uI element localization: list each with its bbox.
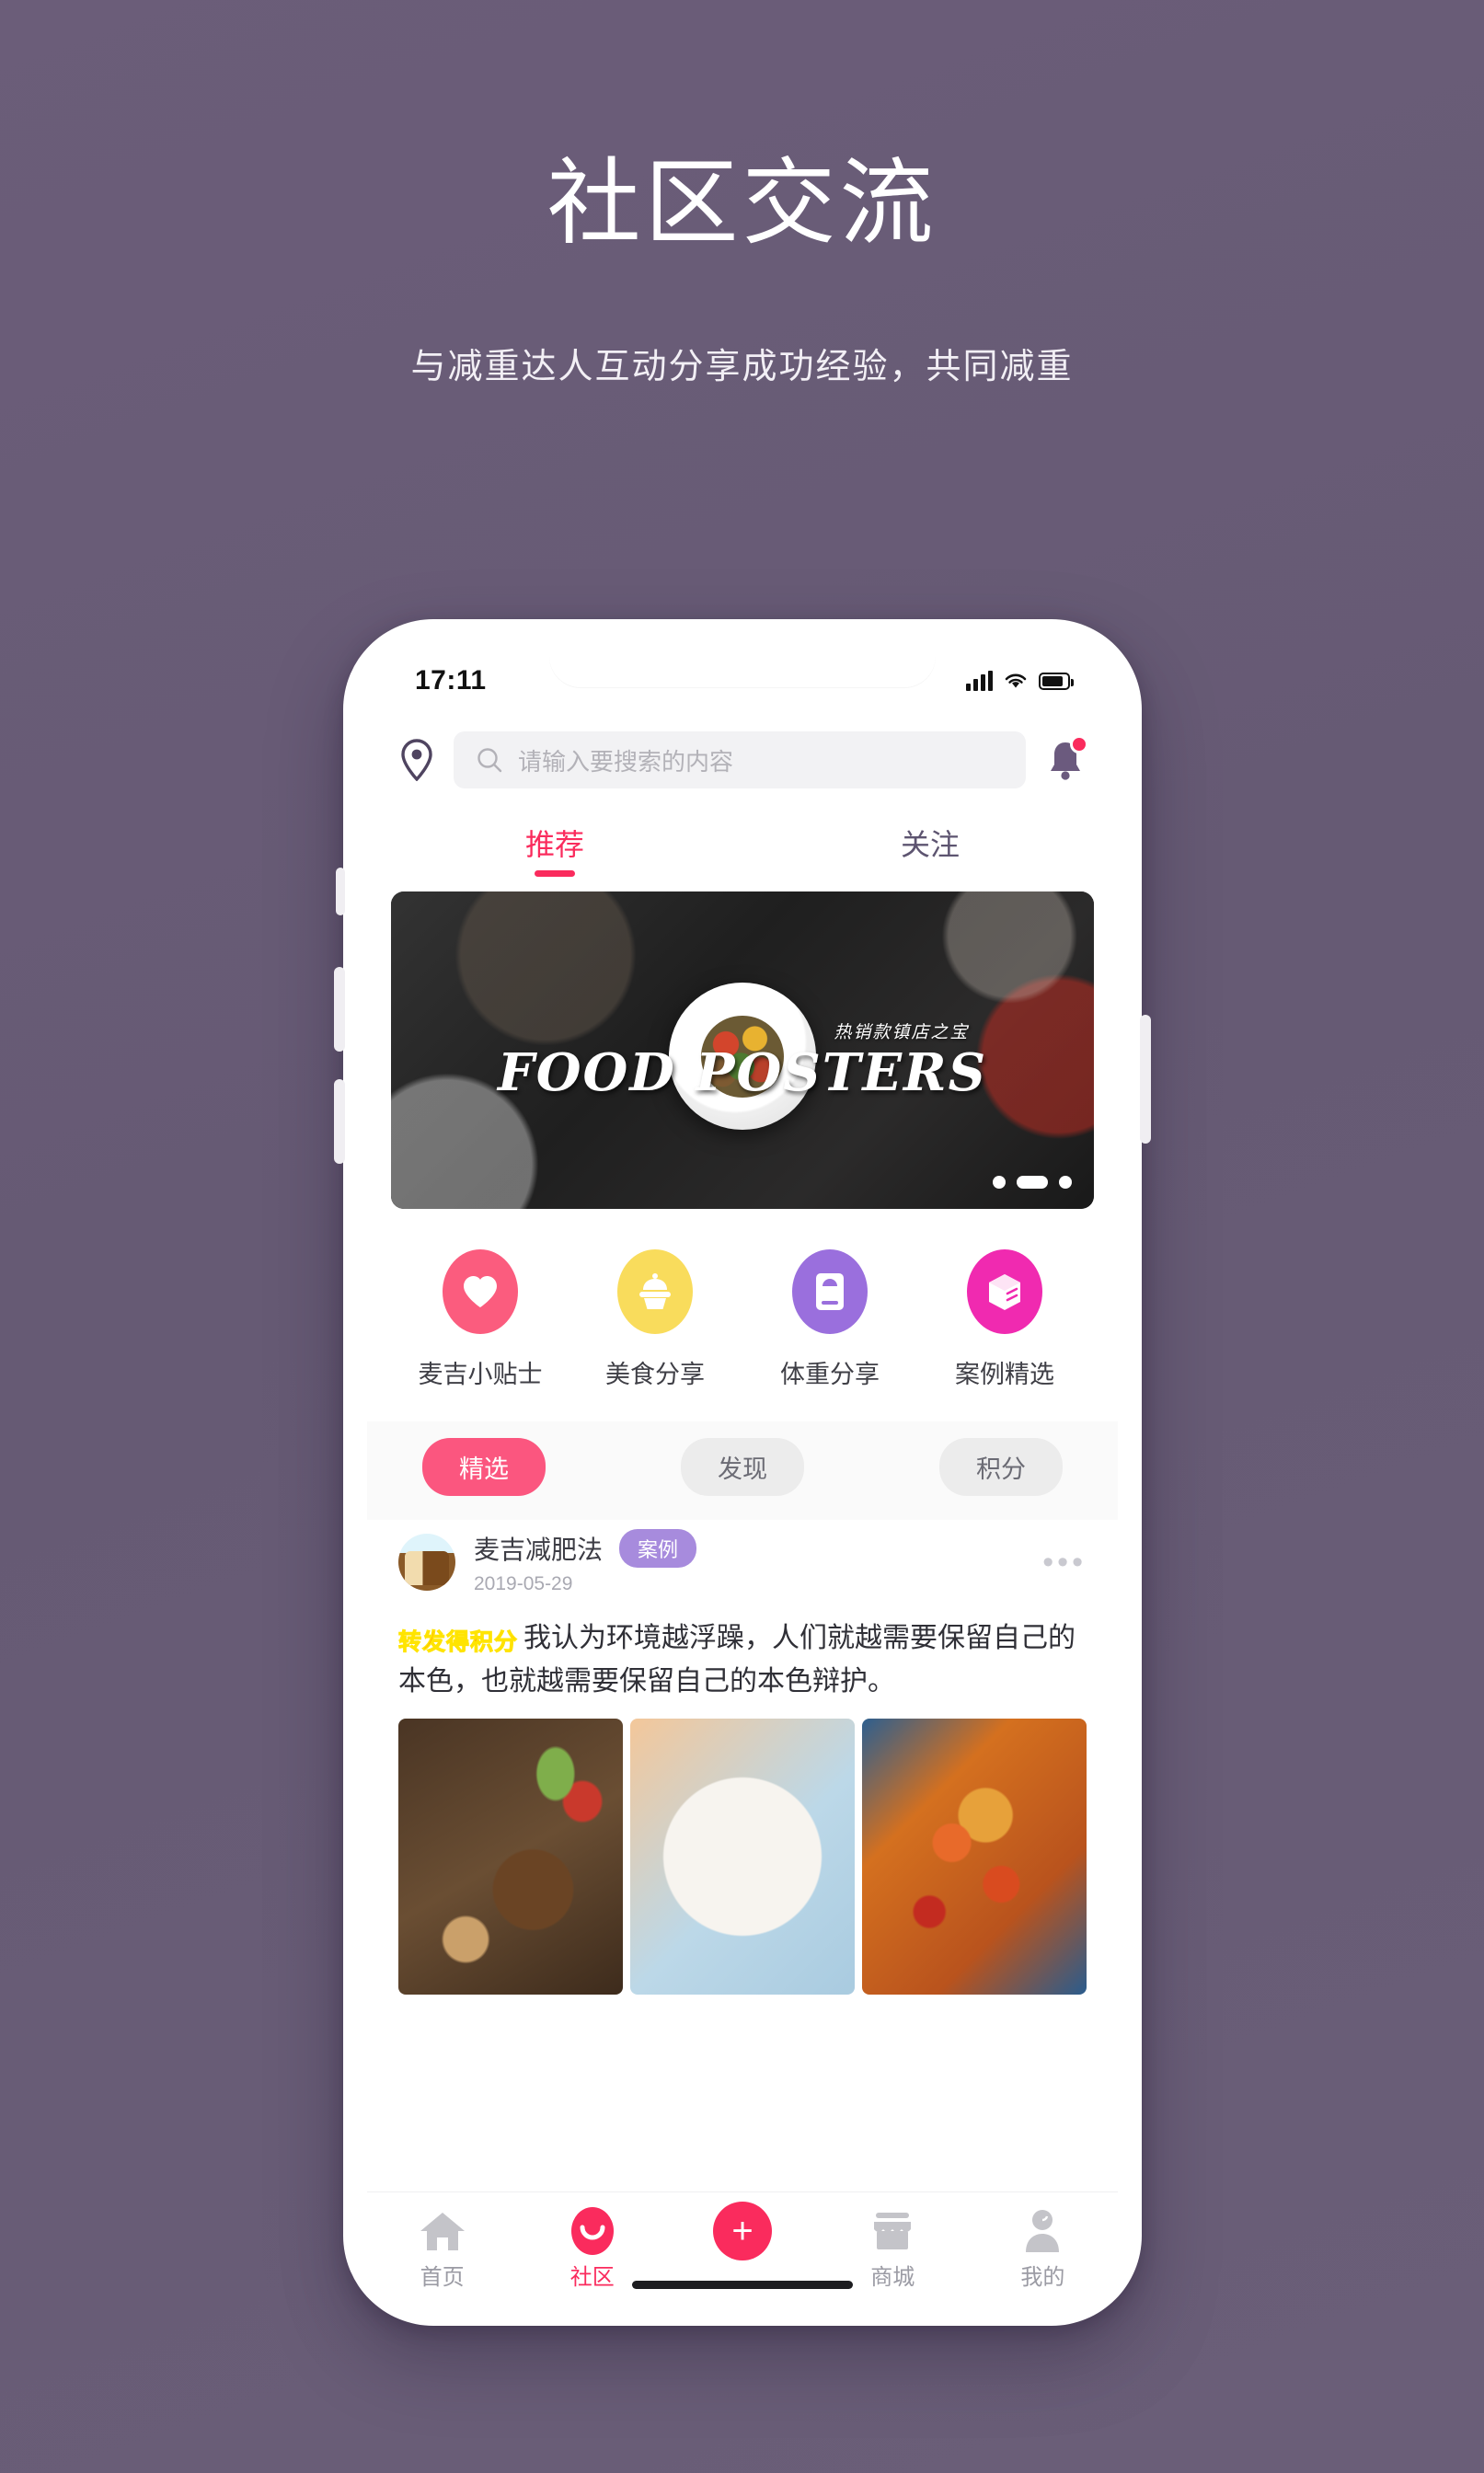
notification-badge [1070,735,1088,753]
seafood-rice-pot-photo[interactable] [862,1718,1087,1995]
location-pin-icon[interactable] [398,739,435,781]
category-label: 体重分享 [780,1361,880,1388]
nav-profile[interactable]: 我的 [968,2205,1118,2291]
banner-carousel[interactable]: 热销款镇店之宝 FOOD POSTERS [367,879,1118,1209]
chip-featured[interactable]: 精选 [422,1438,546,1496]
category-case-picks[interactable]: 案例精选 [917,1249,1092,1390]
search-input[interactable]: 请输入要搜索的内容 [454,731,1026,788]
phone-mute-switch[interactable] [336,868,345,915]
status-bar: 17:11 [367,643,1118,719]
home-icon [367,2205,517,2257]
category-weight-share[interactable]: 体重分享 [742,1249,917,1390]
status-time: 17:11 [415,665,487,696]
carousel-dot-2-active[interactable] [1017,1176,1048,1189]
feed-tabs: 推荐 关注 [367,807,1118,879]
phone-power-button[interactable] [1140,1015,1151,1144]
phone-mockup: 17:11 请输入要搜索的内容 推荐 关注 热销款镇店之宝 FOOD POSTE… [334,619,1151,2326]
carousel-dots[interactable] [993,1176,1072,1189]
carousel-dot-3[interactable] [1059,1176,1072,1189]
forward-for-points-badge: 转发得积分 [397,1626,519,1661]
badge-part-1: 转发 [397,1629,447,1656]
notifications-button[interactable] [1044,735,1088,783]
post-date: 2019-05-29 [474,1573,573,1594]
banner-title: FOOD POSTERS [497,1041,988,1103]
hero-section: 社区交流 与减重达人互动分享成功经验，共同减重 [0,0,1484,388]
noodle-soup-bowl-photo[interactable] [630,1718,855,1995]
plus-icon[interactable]: + [713,2202,772,2260]
nav-store[interactable]: 商城 [818,2205,968,2291]
nav-add-post[interactable]: + [667,2202,817,2260]
category-label: 美食分享 [605,1361,705,1388]
category-shortcuts: 麦吉小贴士 美食分享 体重分享 案例精选 [367,1209,1118,1421]
search-icon [477,748,502,773]
heart-icon [443,1249,518,1334]
community-smile-icon [517,2205,667,2257]
search-row: 请输入要搜索的内容 [367,719,1118,807]
chip-discover[interactable]: 发现 [681,1438,804,1496]
page-title: 社区交流 [546,151,938,256]
person-icon [968,2205,1118,2257]
wifi-icon [1005,673,1027,688]
post-card: 麦吉减肥法 案例 2019-05-29 ••• 转发得积分 我认为环境越浮躁，人们… [367,1520,1118,1995]
category-tips[interactable]: 麦吉小贴士 [393,1249,568,1390]
post-text: 转发得积分 我认为环境越浮躁，人们就越需要保留自己的本色，也就越需要保留自己的本色… [397,1605,1087,1719]
home-indicator[interactable] [632,2281,853,2289]
phone-volume-up-button[interactable] [334,967,345,1052]
phone-screen: 17:11 请输入要搜索的内容 推荐 关注 热销款镇店之宝 FOOD POSTE… [367,643,1118,2302]
signal-bars-icon [966,671,993,691]
nav-label: 首页 [420,2265,465,2290]
banner-caption: 热销款镇店之宝 [834,1023,970,1042]
nav-home[interactable]: 首页 [367,2205,517,2291]
chip-points[interactable]: 积分 [939,1438,1063,1496]
post-images [398,1718,1087,1995]
status-badge: 案例 [619,1529,697,1568]
nav-community[interactable]: 社区 [517,2205,667,2291]
tab-following[interactable]: 关注 [742,807,1118,873]
more-dots-icon[interactable]: ••• [1042,1547,1087,1578]
filter-chips: 精选 发现 积分 [367,1421,1118,1520]
category-label: 案例精选 [955,1361,1054,1388]
cupcake-icon [617,1249,693,1334]
battery-icon [1039,672,1074,690]
phone-volume-down-button[interactable] [334,1079,345,1164]
store-icon [818,2205,968,2257]
badge-part-2: 得积分 [446,1629,519,1656]
box-icon [967,1249,1042,1334]
category-food-share[interactable]: 美食分享 [568,1249,742,1390]
post-meta: 麦吉减肥法 案例 2019-05-29 [474,1529,1024,1595]
grilled-steak-vegetables-photo[interactable] [398,1718,623,1995]
post-header: 麦吉减肥法 案例 2019-05-29 ••• [398,1529,1087,1605]
avatar[interactable] [398,1534,455,1591]
scale-icon [792,1249,868,1334]
page-subtitle: 与减重达人互动分享成功经验，共同减重 [410,348,1074,387]
feed-content: 热销款镇店之宝 FOOD POSTERS 麦吉小贴士 美食分享 体重分享 案例精… [367,879,1118,1995]
banner-slide[interactable]: 热销款镇店之宝 FOOD POSTERS [391,891,1094,1209]
category-label: 麦吉小贴士 [418,1361,543,1388]
nav-label: 我的 [1020,2265,1065,2290]
tab-recommend[interactable]: 推荐 [367,807,742,873]
post-author[interactable]: 麦吉减肥法 [474,1530,603,1567]
carousel-dot-1[interactable] [993,1176,1006,1189]
search-placeholder: 请输入要搜索的内容 [518,747,734,776]
phone-notch [549,643,936,687]
